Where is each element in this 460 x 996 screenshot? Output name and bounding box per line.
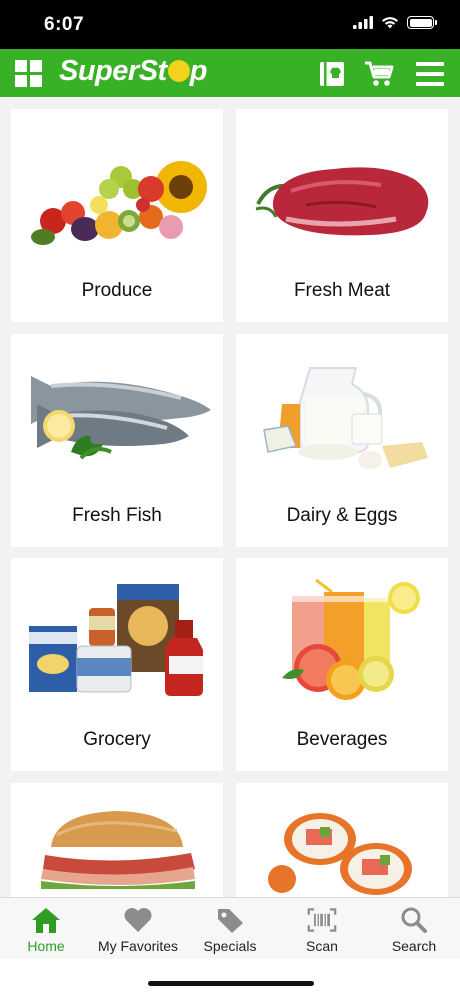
barcode-icon (307, 906, 337, 934)
home-icon (31, 906, 61, 934)
category-card-fresh-fish[interactable]: Fresh Fish (11, 334, 223, 547)
tab-label: Search (391, 938, 437, 954)
category-card-grocery[interactable]: Grocery (11, 558, 223, 771)
recipe-book-icon (320, 62, 344, 86)
status-time: 6:07 (44, 14, 85, 35)
category-card-sandwiches[interactable] (11, 783, 223, 897)
dairy-image (263, 367, 428, 469)
recipes-button[interactable] (317, 59, 347, 89)
tab-label: Home (27, 938, 65, 954)
tab-search[interactable]: Search (368, 898, 460, 959)
status-icons (353, 16, 437, 29)
home-indicator-area (0, 959, 460, 996)
produce-image (31, 161, 207, 245)
menu-button[interactable] (415, 59, 445, 89)
home-indicator[interactable] (148, 981, 314, 986)
category-label: Dairy & Eggs (286, 505, 398, 526)
cart-button[interactable] (364, 59, 394, 89)
fish-image (31, 376, 211, 460)
superstop-logo: SuperSt p (59, 55, 207, 88)
category-label: Fresh Fish (72, 505, 162, 526)
tab-label: My Favorites (97, 938, 179, 954)
sushi-image (268, 813, 412, 895)
tag-icon (215, 906, 245, 934)
tab-home[interactable]: Home (0, 898, 92, 959)
tab-label: Scan (306, 938, 338, 954)
search-icon (399, 906, 429, 934)
category-label: Produce (81, 280, 153, 301)
logo-text-st: St (138, 55, 168, 87)
grocery-image (29, 584, 203, 696)
logo-o-dot (167, 60, 190, 82)
category-card-sushi[interactable] (236, 783, 448, 897)
category-label: Beverages (296, 729, 388, 750)
category-grid: Produce Fresh Meat Fresh Fish Dairy & Eg… (0, 97, 460, 897)
logo-text-p: p (189, 55, 208, 87)
status-bar: 6:07 (0, 0, 460, 49)
category-label: Fresh Meat (293, 280, 391, 301)
heart-icon (123, 906, 153, 934)
tab-scan[interactable]: Scan (276, 898, 368, 959)
category-card-produce[interactable]: Produce (11, 109, 223, 322)
cart-icon (365, 61, 394, 86)
hamburger-menu-icon (416, 62, 444, 86)
category-card-dairy-eggs[interactable]: Dairy & Eggs (236, 334, 448, 547)
tab-my-favorites[interactable]: My Favorites (92, 898, 184, 959)
category-card-beverages[interactable]: Beverages (236, 558, 448, 771)
meat-image (255, 167, 429, 236)
logo-text-super: Super (59, 55, 139, 87)
tab-specials[interactable]: Specials (184, 898, 276, 959)
signal-icon (353, 16, 373, 29)
wifi-icon (382, 17, 398, 29)
app-header: SuperSt p (0, 49, 460, 97)
categories-grid-icon[interactable] (15, 60, 42, 87)
battery-icon (407, 16, 437, 29)
category-label: Grocery (83, 729, 151, 750)
sandwich-image (41, 811, 195, 889)
category-card-fresh-meat[interactable]: Fresh Meat (236, 109, 448, 322)
bottom-tab-bar: Home My Favorites Specials Scan Search (0, 897, 460, 959)
tab-label: Specials (203, 938, 257, 954)
beverages-image (282, 578, 420, 700)
